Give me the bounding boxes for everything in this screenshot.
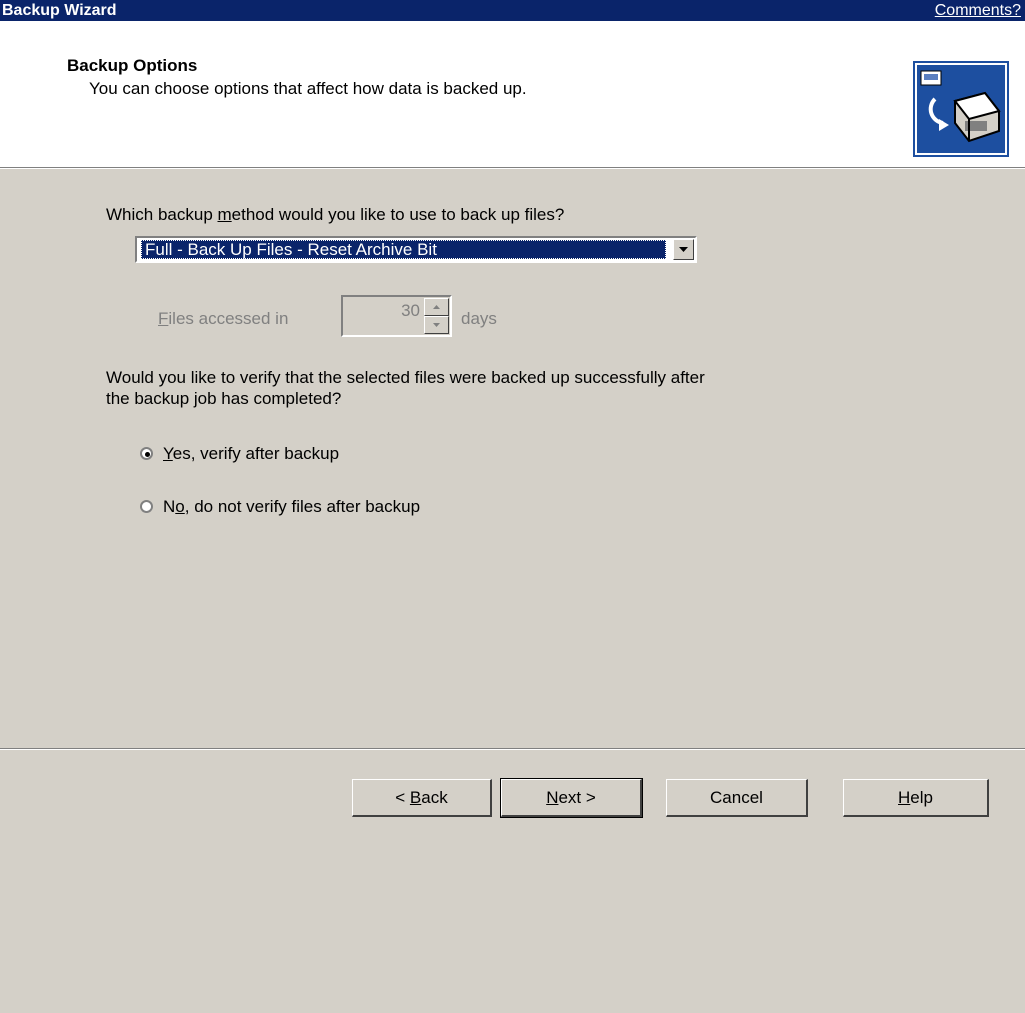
backup-method-dropdown[interactable]: Full - Back Up Files - Reset Archive Bit xyxy=(135,236,697,263)
files-accessed-spinner[interactable]: 30 xyxy=(341,295,452,337)
arrow-up-icon xyxy=(433,305,440,309)
page-subtitle: You can choose options that affect how d… xyxy=(89,79,527,98)
radio-selected-dot xyxy=(145,452,150,457)
arrow-down-icon xyxy=(433,323,440,327)
back-button-label: < Back xyxy=(395,787,448,807)
verify-no-radio[interactable] xyxy=(140,500,153,513)
files-accessed-value: 30 xyxy=(401,301,420,320)
spin-up-button[interactable] xyxy=(424,298,449,316)
cancel-button[interactable]: Cancel xyxy=(666,779,808,817)
verify-yes-label[interactable]: Yes, verify after backup xyxy=(163,444,339,464)
verify-question-line2: the backup job has completed? xyxy=(106,389,342,408)
next-button[interactable]: Next > xyxy=(500,778,643,818)
files-accessed-label: Files accessed in xyxy=(158,309,289,328)
backup-computer-icon xyxy=(913,61,1009,157)
next-button-label: Next > xyxy=(546,787,596,807)
help-button[interactable]: Help xyxy=(843,779,989,817)
cancel-button-label: Cancel xyxy=(710,787,763,807)
help-button-label: Help xyxy=(898,787,933,807)
verify-no-label[interactable]: No, do not verify files after backup xyxy=(163,497,420,517)
back-button[interactable]: < Back xyxy=(352,779,492,817)
days-label: days xyxy=(461,309,497,328)
dropdown-button[interactable] xyxy=(673,239,694,260)
comments-link[interactable]: Comments? xyxy=(935,1,1021,20)
title-bar: Backup Wizard Comments? xyxy=(0,0,1025,21)
backup-method-selected: Full - Back Up Files - Reset Archive Bit xyxy=(141,240,666,259)
chevron-down-icon xyxy=(679,247,688,252)
verify-question-line1: Would you like to verify that the select… xyxy=(106,368,705,387)
spin-down-button[interactable] xyxy=(424,316,449,334)
page-title: Backup Options xyxy=(67,56,198,75)
footer-divider-highlight xyxy=(0,749,1025,750)
verify-yes-radio[interactable] xyxy=(140,447,153,460)
window-title: Backup Wizard xyxy=(2,2,117,19)
backup-method-question: Which backup method would you like to us… xyxy=(106,205,565,224)
header-divider xyxy=(0,168,1025,169)
